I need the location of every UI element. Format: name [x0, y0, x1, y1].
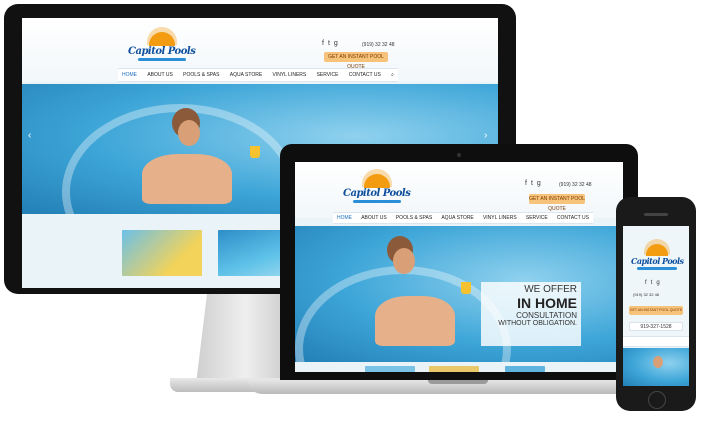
nav-service[interactable]: SERVICE [317, 72, 339, 78]
overlay-line-4: WITHOUT OBLIGATION. [498, 320, 577, 327]
thumbnail-2[interactable] [429, 366, 479, 372]
overlay-line-2: IN HOME [517, 295, 577, 311]
nav-home[interactable]: HOME [337, 215, 352, 221]
mobile-social-links: f t g [645, 280, 660, 286]
laptop-quote-button[interactable]: GET AN INSTANT POOL QUOTE [529, 194, 585, 212]
twitter-icon[interactable]: t [328, 40, 330, 47]
nav-aqua-store[interactable]: AQUA STORE [230, 72, 262, 78]
phone-home-button[interactable] [648, 391, 666, 409]
thumbnail-3[interactable] [505, 366, 545, 372]
twitter-icon[interactable]: t [651, 280, 653, 286]
drink-glass [461, 282, 471, 294]
laptop-nav: HOME ABOUT US POOLS & SPAS AQUA STORE VI… [333, 212, 593, 224]
google-plus-icon[interactable]: g [537, 180, 541, 187]
mobile-phone[interactable]: (919) 32 32 48 [633, 292, 659, 297]
sun-icon [646, 244, 669, 256]
laptop-logo[interactable]: Capitol Pools [343, 174, 411, 203]
desktop-quote-button[interactable]: GET AN INSTANT POOL QUOTE [324, 52, 388, 70]
mobile-quote-button[interactable]: GET AN INSTANT POOL QUOTE [629, 306, 683, 315]
laptop-screen: Capitol Pools f t g (919) 32 32 48 GET A… [295, 162, 623, 372]
family-thumbnail[interactable] [122, 230, 202, 276]
mobile-hero [623, 348, 689, 386]
overlay-line-1: WE OFFER [524, 284, 577, 295]
overlay-line-3: CONSULTATION [516, 311, 577, 320]
slider-prev-icon[interactable]: ‹ [28, 130, 31, 141]
wave-icon [352, 200, 401, 203]
facebook-icon[interactable]: f [525, 180, 527, 187]
google-plus-icon[interactable]: g [656, 280, 659, 286]
search-icon[interactable]: ⌕ [391, 72, 394, 78]
thumbnail-1[interactable] [365, 366, 415, 372]
laptop-hero: WE OFFER IN HOME CONSULTATION WITHOUT OB… [295, 226, 623, 362]
mobile-logo[interactable]: Capitol Pools [631, 244, 684, 270]
nav-vinyl[interactable]: VINYL LINERS [483, 215, 517, 221]
desktop-social-links: f t g [322, 40, 338, 47]
sun-icon [363, 174, 390, 188]
facebook-icon[interactable]: f [645, 280, 647, 286]
laptop-notch [428, 380, 488, 384]
wave-icon [137, 58, 186, 61]
nav-home[interactable]: HOME [122, 72, 137, 78]
nav-aqua-store[interactable]: AQUA STORE [441, 215, 473, 221]
nav-about[interactable]: ABOUT US [361, 215, 386, 221]
swimmer-body [375, 296, 455, 346]
nav-vinyl[interactable]: VINYL LINERS [273, 72, 307, 78]
google-plus-icon[interactable]: g [334, 40, 338, 47]
phone-speaker [644, 213, 668, 216]
laptop-phone[interactable]: (919) 32 32 48 [559, 182, 592, 188]
hero-overlay: WE OFFER IN HOME CONSULTATION WITHOUT OB… [481, 282, 581, 346]
desktop-nav: HOME ABOUT US POOLS & SPAS AQUA STORE VI… [118, 68, 398, 82]
nav-pools[interactable]: POOLS & SPAS [396, 215, 432, 221]
facebook-icon[interactable]: f [322, 40, 324, 47]
swimmer-body [142, 154, 232, 204]
mobile-call-bar[interactable]: 919-327-1528 [629, 322, 683, 331]
mobile-menu-bar[interactable] [623, 336, 689, 347]
laptop-social-links: f t g [525, 180, 541, 187]
twitter-icon[interactable]: t [531, 180, 533, 187]
nav-contact[interactable]: CONTACT US [349, 72, 381, 78]
nav-pools[interactable]: POOLS & SPAS [183, 72, 219, 78]
nav-contact[interactable]: CONTACT US [557, 215, 589, 221]
drink-glass [250, 146, 260, 158]
nav-service[interactable]: SERVICE [526, 215, 548, 221]
sun-icon [148, 32, 175, 46]
nav-about[interactable]: ABOUT US [147, 72, 172, 78]
desktop-logo[interactable]: Capitol Pools [128, 32, 196, 61]
phone-screen: Capitol Pools f t g (919) 32 32 48 GET A… [623, 226, 689, 386]
slider-next-icon[interactable]: › [484, 130, 487, 141]
camera-icon [457, 153, 461, 157]
swimmer-head [393, 248, 415, 274]
wave-icon [637, 267, 678, 270]
desktop-phone[interactable]: (919) 32 32 48 [362, 42, 395, 48]
swimmer-head [178, 120, 200, 146]
swimmer-head [653, 356, 663, 368]
